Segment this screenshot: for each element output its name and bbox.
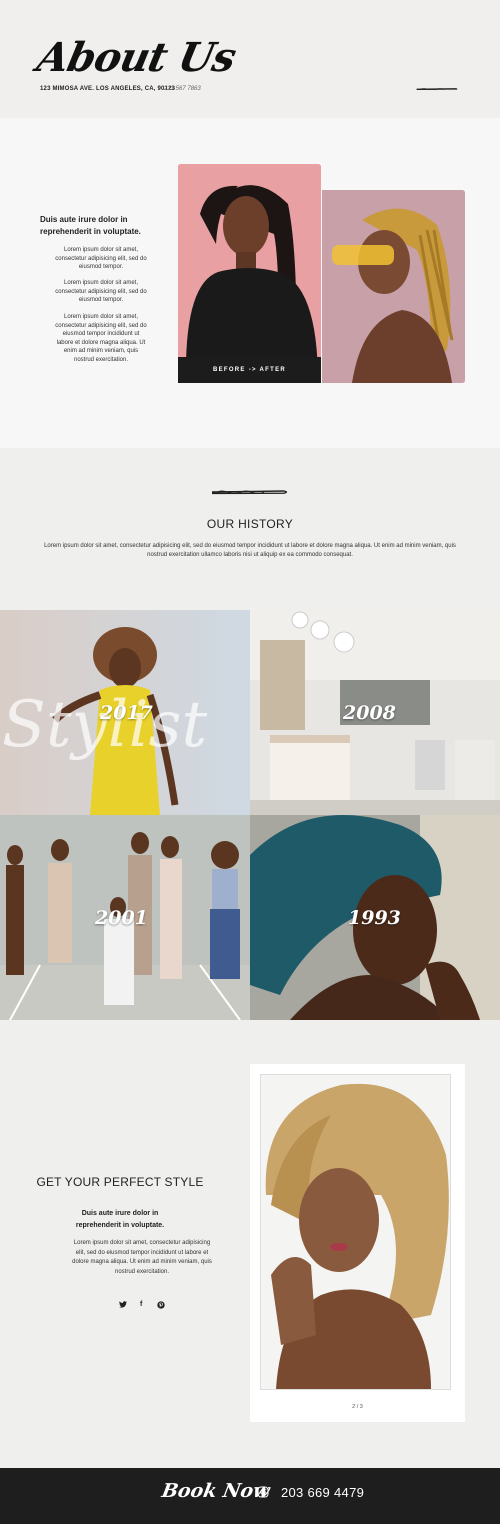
pinterest-icon[interactable] — [157, 1301, 165, 1311]
gallery-pager: 2 / 3 — [352, 1404, 363, 1410]
style-title: GET YOUR PERFECT STYLE — [36, 1175, 204, 1189]
book-now-link[interactable]: Book Now — [160, 1480, 271, 1502]
menu-hairpin-icon[interactable] — [416, 87, 458, 91]
header-phone[interactable]: 213 567 7863 — [164, 86, 201, 92]
hairpin-icon — [211, 490, 288, 495]
history-title: OUR HISTORY — [206, 517, 294, 531]
about-paragraph: Lorem ipsum dolor sit amet, consectetur … — [55, 314, 147, 363]
before-after-toggle[interactable]: BEFORE -> AFTER — [178, 357, 321, 383]
gallery-photo[interactable] — [260, 1074, 451, 1390]
about-paragraph: Lorem ipsum dolor sit amet, consectetur … — [55, 280, 147, 304]
address-text: 123 MIMOSA AVE. LOS ANGELES, CA, 90123 — [40, 86, 176, 92]
about-paragraph: Lorem ipsum dolor sit amet, consectetur … — [55, 247, 147, 271]
history-text: Lorem ipsum dolor sit amet, consectetur … — [44, 543, 456, 558]
style-intro: Duis aute irure dolor in reprehenderit i… — [75, 1210, 165, 1229]
history-tile-2001[interactable]: 2001 — [0, 815, 250, 1020]
about-intro: Duis aute irure dolor in reprehenderit i… — [40, 215, 141, 236]
facebook-icon[interactable]: f — [140, 1301, 142, 1308]
style-text: Lorem ipsum dolor sit amet, consectetur … — [72, 1240, 212, 1275]
year-label: 2017 — [100, 702, 153, 724]
before-photo — [178, 164, 321, 383]
year-label: 2008 — [343, 702, 396, 724]
twitter-icon[interactable] — [119, 1301, 127, 1310]
stylist-watermark: Stylist — [2, 688, 208, 762]
history-tile-1993[interactable]: 1993 — [250, 815, 500, 1020]
after-photo — [322, 190, 465, 383]
year-label: 1993 — [348, 907, 401, 929]
history-tile-2017[interactable]: Stylist 2017 — [0, 610, 250, 815]
footer-phone[interactable]: 203 669 4479 — [281, 1485, 364, 1500]
year-label: 2001 — [95, 907, 148, 929]
instagram-icon[interactable] — [257, 1486, 269, 1498]
site-logo[interactable]: About Us — [33, 34, 240, 81]
history-tile-2008[interactable]: 2008 — [250, 610, 500, 815]
